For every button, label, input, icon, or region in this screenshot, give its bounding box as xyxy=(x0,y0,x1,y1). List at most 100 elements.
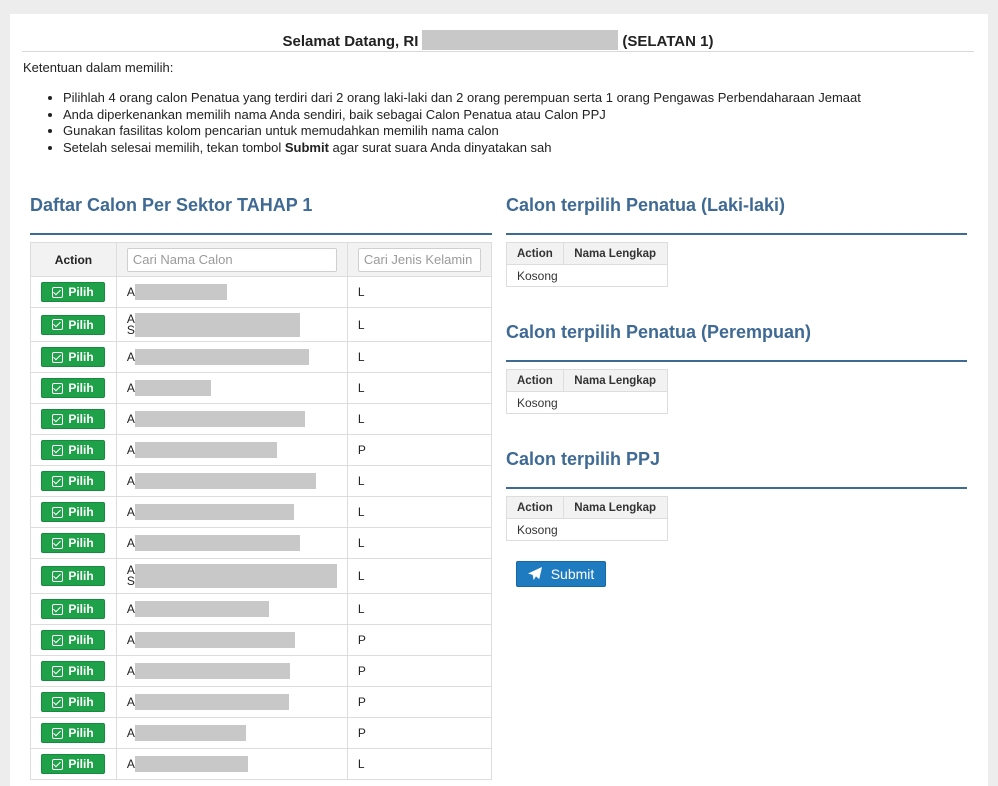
table-row: Pilih A S L xyxy=(30,558,493,594)
pick-button[interactable]: Pilih xyxy=(41,314,105,335)
gender-cell: P xyxy=(346,686,493,718)
table-row: Pilih A L xyxy=(30,748,493,780)
table-row: Pilih A L xyxy=(30,403,493,435)
name-cell: A xyxy=(115,341,348,373)
table-row: Pilih A S L xyxy=(30,307,493,342)
name-initial: Al xyxy=(126,602,138,616)
gender-cell: L xyxy=(346,465,493,497)
selected-ppj-title: Calon terpilih PPJ xyxy=(506,449,661,469)
table-row: Kosong xyxy=(506,518,668,541)
pick-label: Pilih xyxy=(68,474,94,488)
check-square-icon xyxy=(52,758,64,770)
name-cell: A xyxy=(115,624,348,656)
name-cell: A xyxy=(115,655,348,687)
pick-label: Pilih xyxy=(68,726,94,740)
table-row: Pilih Al L xyxy=(30,593,493,625)
selected-female-table: Action Nama Lengkap Kosong xyxy=(505,369,668,414)
selected-female-title: Calon terpilih Penatua (Perempuan) xyxy=(506,322,812,342)
selected-ppj-table: Action Nama Lengkap Kosong xyxy=(505,496,668,541)
table-row: Pilih A P xyxy=(30,686,493,718)
pick-button[interactable]: Pilih xyxy=(41,378,105,398)
check-square-icon xyxy=(52,319,64,330)
pick-button[interactable]: Pilih xyxy=(41,282,105,302)
action-cell: Pilih xyxy=(30,717,117,749)
redacted-name xyxy=(134,473,316,489)
name-initial: A xyxy=(126,633,135,647)
submit-label: Submit xyxy=(550,566,595,582)
action-cell: Pilih xyxy=(30,403,117,435)
pick-label: Pilih xyxy=(68,505,94,519)
welcome-banner: Selamat Datang, RI (SELATAN 1) xyxy=(22,30,974,52)
column-header-action: Action xyxy=(505,242,565,265)
column-header-name: Nama Lengkap xyxy=(563,496,668,519)
pick-button[interactable]: Pilih xyxy=(41,471,105,491)
pick-button[interactable]: Pilih xyxy=(41,661,105,681)
action-cell: Pilih xyxy=(30,341,117,373)
table-row: Pilih A L xyxy=(30,527,493,559)
column-header-action: Action xyxy=(30,242,117,277)
pick-label: Pilih xyxy=(68,569,94,583)
rule-item: Gunakan fasilitas kolom pencarian untuk … xyxy=(63,123,861,140)
action-cell: Pilih xyxy=(30,527,117,559)
name-cell: A xyxy=(115,717,348,749)
pick-button[interactable]: Pilih xyxy=(41,347,105,367)
check-square-icon xyxy=(52,727,64,739)
pick-button[interactable]: Pilih xyxy=(41,723,105,743)
check-square-icon xyxy=(52,696,64,708)
action-cell: Pilih xyxy=(30,434,117,466)
search-name-input[interactable] xyxy=(126,247,337,272)
gender-cell: L xyxy=(346,276,493,308)
gender-cell: L xyxy=(346,341,493,373)
gender-cell: L xyxy=(346,403,493,435)
table-header-row: Action Nama Lengkap xyxy=(505,242,668,265)
name-cell: A xyxy=(115,527,348,559)
column-header-action: Action xyxy=(505,496,565,519)
redacted-name xyxy=(134,349,309,365)
gender-cell: L xyxy=(346,593,493,625)
check-square-icon xyxy=(52,506,64,518)
pick-button[interactable]: Pilih xyxy=(41,440,105,460)
pick-label: Pilih xyxy=(68,536,94,550)
candidate-list-title: Daftar Calon Per Sektor TAHAP 1 xyxy=(30,195,313,215)
pick-button[interactable]: Pilih xyxy=(41,502,105,522)
action-cell: Pilih xyxy=(30,465,117,497)
name-initial: A xyxy=(126,536,135,550)
pick-button[interactable]: Pilih xyxy=(41,630,105,650)
pick-button[interactable]: Pilih xyxy=(41,409,105,429)
name-initial: A xyxy=(126,695,135,709)
submit-button[interactable]: Submit xyxy=(516,561,606,587)
pick-button[interactable]: Pilih xyxy=(41,692,105,712)
pick-button[interactable]: Pilih xyxy=(41,599,105,619)
name-cell: A xyxy=(115,465,348,497)
name-cell: AS xyxy=(115,558,348,594)
action-cell: Pilih xyxy=(30,748,117,780)
table-header-row: Action Nama Lengkap xyxy=(505,369,668,392)
check-square-icon xyxy=(52,382,64,394)
pick-label: Pilih xyxy=(68,757,94,771)
action-cell: Pilih xyxy=(30,276,117,308)
candidate-table: Action PilihALPilihASLPilihALPilihALPili… xyxy=(30,242,493,780)
check-square-icon xyxy=(52,665,64,677)
table-row: Kosong xyxy=(506,391,668,414)
welcome-suffix: (SELATAN 1) xyxy=(622,33,714,50)
redacted-name xyxy=(134,312,300,337)
pick-label: Pilih xyxy=(68,602,94,616)
pick-button[interactable]: Pilih xyxy=(41,566,105,586)
pick-button[interactable]: Pilih xyxy=(41,754,105,774)
rule-item: Pilihlah 4 orang calon Penatua yang terd… xyxy=(63,90,861,107)
gender-cell: L xyxy=(346,527,493,559)
check-square-icon xyxy=(52,570,64,582)
redacted-name xyxy=(134,601,269,617)
pick-button[interactable]: Pilih xyxy=(41,533,105,553)
redacted-name xyxy=(134,663,290,679)
pick-label: Pilih xyxy=(68,317,94,332)
table-row: Pilih A L xyxy=(30,372,493,404)
gender-cell: P xyxy=(346,717,493,749)
name-initial: A xyxy=(126,757,135,771)
gender-cell: P xyxy=(346,624,493,656)
check-square-icon xyxy=(52,603,64,615)
check-square-icon xyxy=(52,634,64,646)
name-initial: A xyxy=(126,350,135,364)
search-gender-input[interactable] xyxy=(357,247,481,272)
empty-cell: Kosong xyxy=(506,264,668,287)
